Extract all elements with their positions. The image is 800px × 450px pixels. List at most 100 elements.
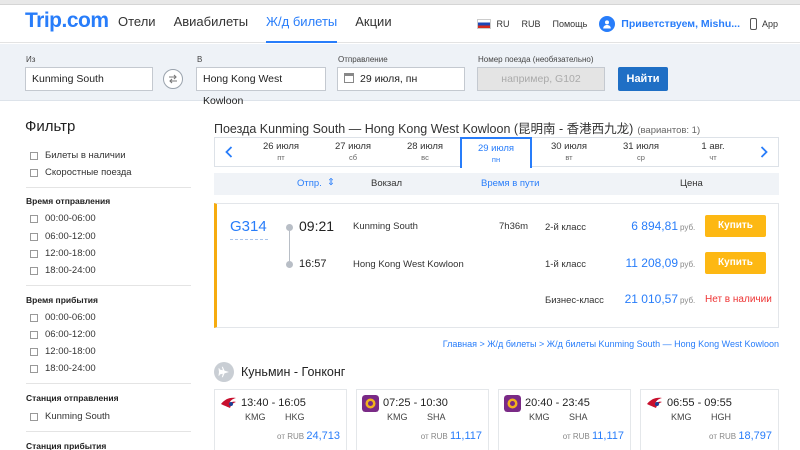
china-eastern-logo-icon (647, 397, 662, 408)
trip-logo[interactable]: Trip.com (25, 9, 109, 33)
flight-price: от RUB 11,117 (420, 430, 482, 442)
flight-card[interactable]: 06:55 - 09:55 KMG HGH от RUB 18,797 (640, 389, 779, 450)
flight-airports: KMG SHA (529, 412, 588, 422)
checkbox[interactable] (30, 412, 38, 421)
filter-high-speed[interactable]: Скоростные поезда (30, 167, 132, 178)
flight-times: 13:40 - 16:05 (241, 397, 306, 409)
train-number-underline (230, 239, 268, 240)
flight-card[interactable]: 13:40 - 16:05 KMG HKG от RUB 24,713 (214, 389, 347, 450)
departure-time-title: Время отправления (26, 196, 111, 206)
flight-times: 06:55 - 09:55 (667, 397, 732, 409)
filter-arr-slot[interactable]: 06:00-12:00 (30, 329, 96, 340)
kunming-airlines-logo-icon (504, 395, 521, 412)
to-input[interactable]: Hong Kong West Kowloon (196, 67, 326, 107)
date-option[interactable]: 31 июля ср (605, 137, 677, 167)
user-greeting[interactable]: Приветствуем, Mishu... (621, 18, 740, 30)
departure-dot (286, 224, 293, 231)
date-option[interactable]: 30 июля вт (533, 137, 605, 167)
sort-arrows-icon[interactable]: ⇕ (327, 177, 335, 188)
train-number-input[interactable]: например, G102 (477, 67, 605, 91)
from-input[interactable]: Kunming South (25, 67, 153, 91)
date-option[interactable]: 1 авг. чт (677, 137, 749, 167)
main-nav: Отели Авиабилеты Ж/д билеты Акции (118, 5, 410, 43)
checkbox[interactable] (30, 232, 38, 241)
china-eastern-logo-icon (221, 397, 236, 408)
to-label: В (197, 55, 203, 64)
user-icon[interactable] (599, 16, 616, 32)
timeline-line (289, 231, 290, 263)
checkbox[interactable] (30, 151, 38, 160)
filter-arr-slot[interactable]: 18:00-24:00 (30, 363, 96, 374)
app-link[interactable]: App (762, 19, 778, 29)
filter-available-tickets[interactable]: Билеты в наличии (30, 150, 126, 161)
filter-arr-slot[interactable]: 00:00-06:00 (30, 312, 96, 323)
flight-card[interactable]: 07:25 - 10:30 KMG SHA от RUB 11,117 (356, 389, 489, 450)
checkbox[interactable] (30, 168, 38, 177)
language-selector[interactable]: RU (497, 19, 510, 29)
filter-dep-slot[interactable]: 06:00-12:00 (30, 231, 96, 242)
breadcrumb[interactable]: Главная > Ж/д билеты > Ж/д билеты Kunmin… (214, 339, 779, 349)
phone-icon[interactable] (749, 18, 757, 30)
russia-flag-icon[interactable] (476, 19, 491, 29)
next-dates-button[interactable] (750, 138, 778, 166)
arrival-dot (286, 261, 293, 268)
nav-trains[interactable]: Ж/д билеты (266, 5, 338, 43)
chevron-right-icon (760, 146, 768, 158)
date-option[interactable]: 28 июля вс (389, 137, 461, 167)
date-label: Отправление (338, 55, 388, 64)
checkbox[interactable] (30, 249, 38, 258)
nav-deals[interactable]: Акции (355, 5, 391, 43)
swap-icon (169, 74, 177, 84)
currency-label: руб. (680, 260, 696, 269)
checkbox[interactable] (30, 266, 38, 275)
class-name: 1-й класс (545, 259, 586, 270)
currency-selector[interactable]: RUB (522, 19, 541, 29)
divider (26, 383, 191, 384)
date-option[interactable]: 27 июля сб (317, 137, 389, 167)
date-option[interactable]: 26 июля пт (245, 137, 317, 167)
filter-arr-slot[interactable]: 12:00-18:00 (30, 346, 96, 357)
train-result-card: G314 09:21 16:57 Kunming South Hong Kong… (214, 203, 779, 328)
checkbox[interactable] (30, 214, 38, 223)
flights-section-header: Куньмин - Гонконг (214, 362, 345, 382)
checkbox[interactable] (30, 364, 38, 373)
swap-button[interactable] (163, 69, 183, 89)
header-right: RU RUB Помощь Приветствуем, Mishu... App (476, 5, 800, 43)
checkbox[interactable] (30, 313, 38, 322)
flight-airports: KMG HGH (671, 412, 731, 422)
date-option-selected[interactable]: 29 июля пн (460, 137, 532, 168)
help-link[interactable]: Помощь (553, 19, 588, 29)
dep-station-title: Станция отправления (26, 393, 119, 403)
buy-button-1st-class[interactable]: Купить (705, 252, 766, 274)
arrival-time: 16:57 (299, 258, 327, 270)
unavailable-status: Нет в наличии (705, 294, 772, 305)
divider (26, 285, 191, 286)
filter-dep-slot[interactable]: 18:00-24:00 (30, 265, 96, 276)
class-price: 6 894,81 (631, 219, 678, 233)
prev-dates-button[interactable] (215, 138, 243, 166)
divider (26, 187, 191, 188)
find-button[interactable]: Найти (618, 67, 668, 91)
from-label: Из (26, 55, 36, 64)
flight-card[interactable]: 20:40 - 23:45 KMG SHA от RUB 11,117 (498, 389, 631, 450)
checkbox[interactable] (30, 330, 38, 339)
filter-dep-slot[interactable]: 12:00-18:00 (30, 248, 96, 259)
price-column: Цена (680, 178, 703, 189)
site-header: Trip.com Отели Авиабилеты Ж/д билеты Акц… (0, 5, 800, 43)
currency-label: руб. (680, 223, 696, 232)
date-input[interactable]: 29 июля, пн (337, 67, 465, 91)
filter-dep-slot[interactable]: 00:00-06:00 (30, 213, 96, 224)
sort-duration[interactable]: Время в пути (481, 178, 539, 189)
train-number[interactable]: G314 (230, 218, 267, 235)
page-title: Поезда Kunming South — Hong Kong West Ko… (214, 122, 701, 136)
class-name: Бизнес-класс (545, 295, 604, 306)
flight-price: от RUB 24,713 (277, 430, 340, 442)
class-price: 21 010,57 (624, 292, 678, 306)
filter-dep-station[interactable]: Kunming South (30, 411, 110, 422)
buy-button-2nd-class[interactable]: Купить (705, 215, 766, 237)
nav-flights[interactable]: Авиабилеты (174, 5, 248, 43)
checkbox[interactable] (30, 347, 38, 356)
nav-hotels[interactable]: Отели (118, 5, 156, 43)
flight-price: от RUB 18,797 (709, 430, 772, 442)
sort-departure[interactable]: Отпр. (297, 178, 322, 189)
